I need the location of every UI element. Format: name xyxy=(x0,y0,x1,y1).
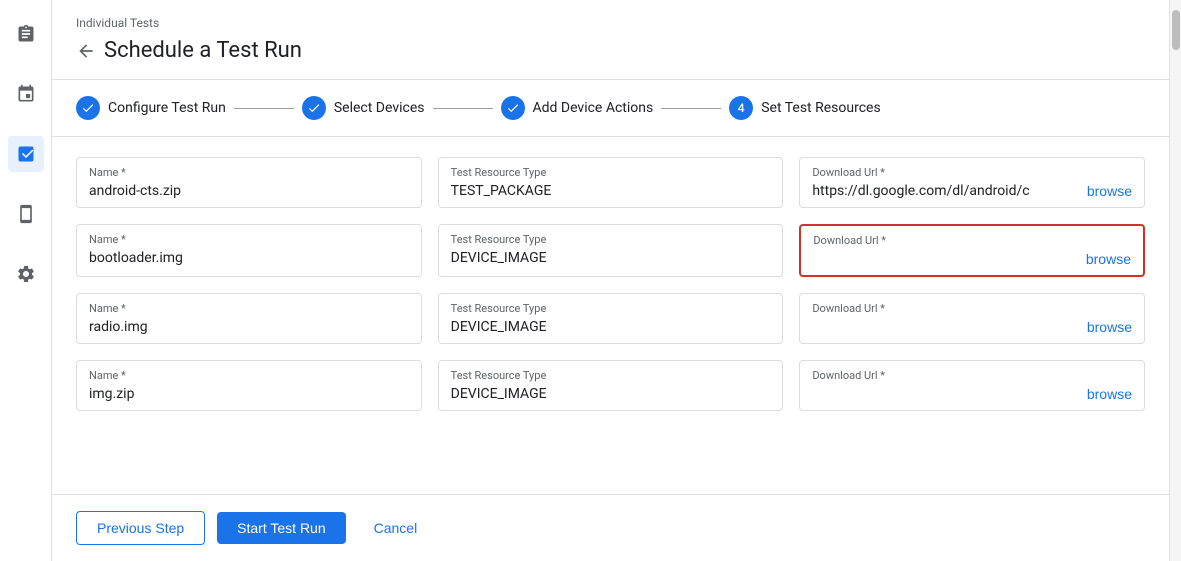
url-label-2: Download Url * xyxy=(813,234,1131,247)
scrollbar[interactable] xyxy=(1169,0,1181,561)
step-2-circle xyxy=(302,96,326,120)
resource-row-3: Name * radio.img Test Resource Type DEVI… xyxy=(76,293,1145,344)
name-value-4[interactable]: img.zip xyxy=(89,386,409,402)
type-field-3: Test Resource Type DEVICE_IMAGE xyxy=(438,293,784,344)
type-value-4[interactable]: DEVICE_IMAGE xyxy=(451,386,771,402)
back-button[interactable] xyxy=(76,41,96,61)
form-area: Name * android-cts.zip Test Resource Typ… xyxy=(52,137,1169,494)
step-1-label: Configure Test Run xyxy=(108,100,226,116)
url-field-4: Download Url * browse xyxy=(799,360,1145,411)
footer: Previous Step Start Test Run Cancel xyxy=(52,494,1169,561)
name-label-1: Name * xyxy=(89,166,409,179)
name-value-1[interactable]: android-cts.zip xyxy=(89,183,409,199)
name-value-3[interactable]: radio.img xyxy=(89,319,409,335)
type-value-1[interactable]: TEST_PACKAGE xyxy=(451,183,771,199)
type-label-1: Test Resource Type xyxy=(451,166,771,179)
type-value-2[interactable]: DEVICE_IMAGE xyxy=(451,250,771,266)
cancel-button[interactable]: Cancel xyxy=(358,512,434,544)
step-2-label: Select Devices xyxy=(334,100,425,116)
step-set-test-resources: 4 Set Test Resources xyxy=(729,96,880,120)
url-label-1: Download Url * xyxy=(812,166,1132,179)
browse-button-1[interactable]: browse xyxy=(1087,183,1132,199)
previous-step-button[interactable]: Previous Step xyxy=(76,511,205,545)
resource-row-4: Name * img.zip Test Resource Type DEVICE… xyxy=(76,360,1145,411)
name-field-2: Name * bootloader.img xyxy=(76,224,422,277)
browse-button-2[interactable]: browse xyxy=(1086,251,1131,267)
resource-row-1: Name * android-cts.zip Test Resource Typ… xyxy=(76,157,1145,208)
url-label-3: Download Url * xyxy=(812,302,1132,315)
url-field-2: Download Url * browse xyxy=(799,224,1145,277)
header: Individual Tests Schedule a Test Run xyxy=(52,0,1169,80)
browse-button-4[interactable]: browse xyxy=(1087,386,1132,402)
stepper: Configure Test Run Select Devices Add De… xyxy=(52,80,1169,137)
type-value-3[interactable]: DEVICE_IMAGE xyxy=(451,319,771,335)
url-value-1: https://dl.google.com/dl/android/c xyxy=(812,183,1079,199)
type-label-4: Test Resource Type xyxy=(451,369,771,382)
step-3-label: Add Device Actions xyxy=(533,100,654,116)
sidebar xyxy=(0,0,52,561)
type-field-4: Test Resource Type DEVICE_IMAGE xyxy=(438,360,784,411)
page-title: Schedule a Test Run xyxy=(104,38,302,63)
name-field-3: Name * radio.img xyxy=(76,293,422,344)
start-test-run-button[interactable]: Start Test Run xyxy=(217,512,345,544)
step-1-circle xyxy=(76,96,100,120)
browse-button-3[interactable]: browse xyxy=(1087,319,1132,335)
main-content: Individual Tests Schedule a Test Run Con… xyxy=(52,0,1169,561)
scrollbar-thumb[interactable] xyxy=(1172,10,1180,50)
type-field-2: Test Resource Type DEVICE_IMAGE xyxy=(438,224,784,277)
url-field-1: Download Url * https://dl.google.com/dl/… xyxy=(799,157,1145,208)
connector-1-2 xyxy=(234,108,294,109)
name-label-4: Name * xyxy=(89,369,409,382)
name-value-2[interactable]: bootloader.img xyxy=(89,250,409,266)
resource-row-2: Name * bootloader.img Test Resource Type… xyxy=(76,224,1145,277)
step-4-label: Set Test Resources xyxy=(761,100,880,116)
step-3-circle xyxy=(501,96,525,120)
step-4-circle: 4 xyxy=(729,96,753,120)
name-label-2: Name * xyxy=(89,233,409,246)
step-configure: Configure Test Run xyxy=(76,96,226,120)
step-add-device-actions: Add Device Actions xyxy=(501,96,654,120)
type-field-1: Test Resource Type TEST_PACKAGE xyxy=(438,157,784,208)
name-label-3: Name * xyxy=(89,302,409,315)
url-label-4: Download Url * xyxy=(812,369,1132,382)
sidebar-item-settings[interactable] xyxy=(8,256,44,292)
sidebar-item-calendar[interactable] xyxy=(8,76,44,112)
type-label-2: Test Resource Type xyxy=(451,233,771,246)
sidebar-item-chart[interactable] xyxy=(8,136,44,172)
connector-2-3 xyxy=(433,108,493,109)
name-field-1: Name * android-cts.zip xyxy=(76,157,422,208)
sidebar-item-phone[interactable] xyxy=(8,196,44,232)
step-select-devices: Select Devices xyxy=(302,96,425,120)
connector-3-4 xyxy=(661,108,721,109)
sidebar-item-clipboard[interactable] xyxy=(8,16,44,52)
name-field-4: Name * img.zip xyxy=(76,360,422,411)
breadcrumb: Individual Tests xyxy=(76,16,1145,30)
url-field-3: Download Url * browse xyxy=(799,293,1145,344)
type-label-3: Test Resource Type xyxy=(451,302,771,315)
